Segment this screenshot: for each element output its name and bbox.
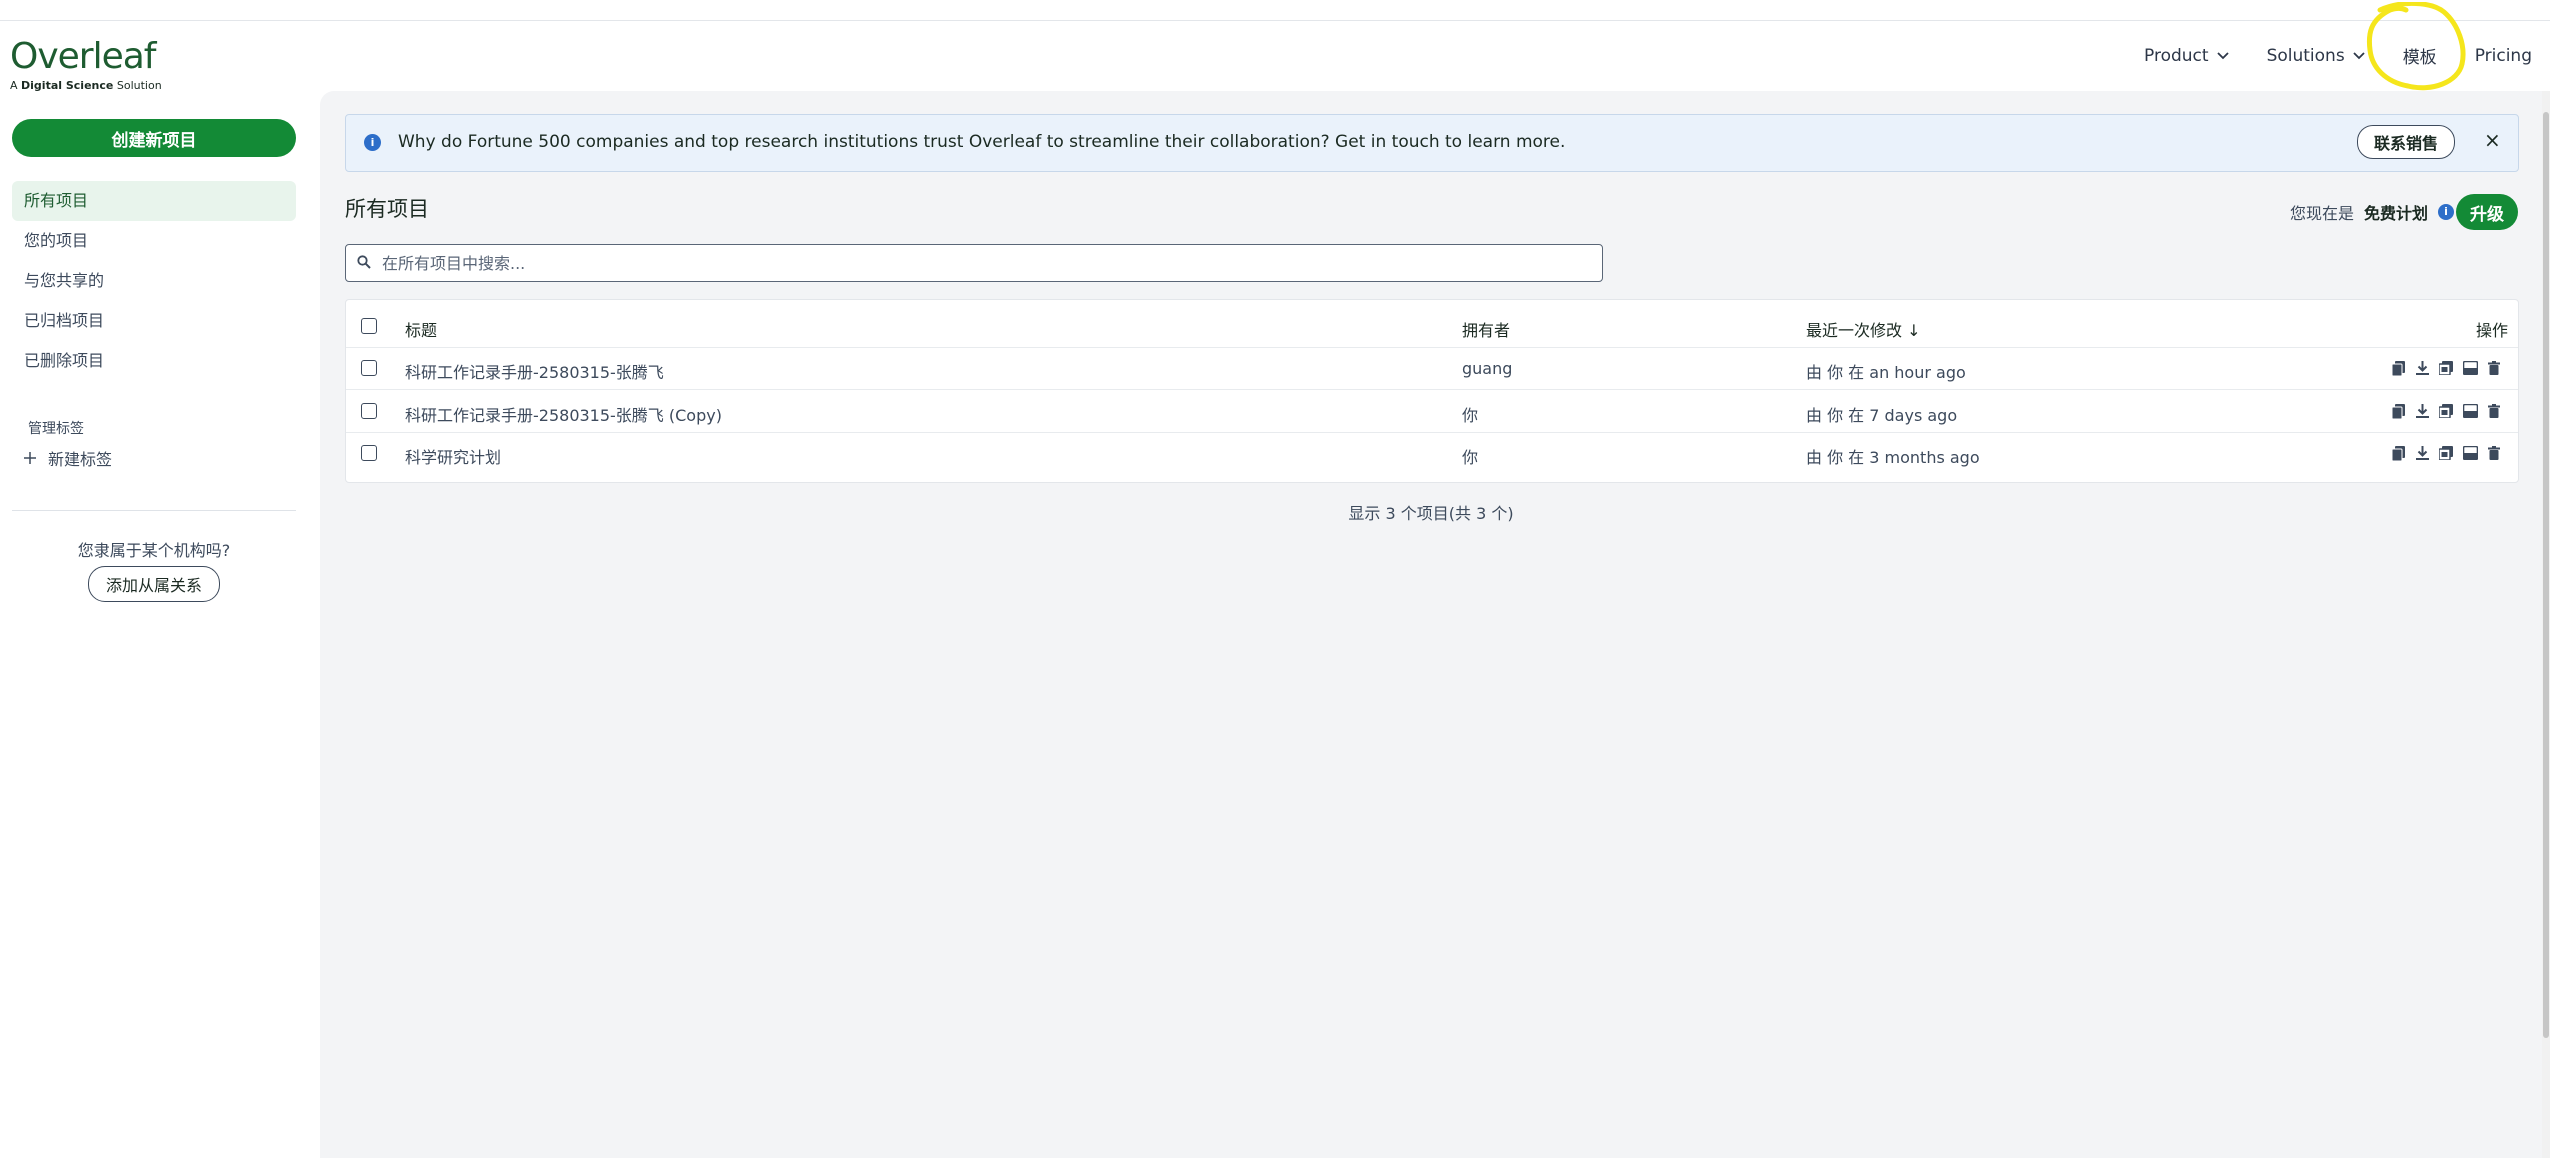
project-last-modified: 由 你 在 an hour ago bbox=[1806, 363, 1966, 382]
tags-heading: 管理标签 bbox=[28, 421, 84, 437]
row-actions bbox=[2390, 403, 2502, 419]
sidebar-item-your-projects[interactable]: 您的项目 bbox=[12, 221, 296, 261]
nav-product-label: Product bbox=[2144, 45, 2209, 66]
project-owner: 你 bbox=[1462, 448, 1479, 467]
download-icon[interactable] bbox=[2414, 403, 2430, 419]
top-header: Overleaf A Digital Science Solution Prod… bbox=[0, 21, 2550, 93]
select-all-checkbox[interactable] bbox=[361, 318, 377, 334]
copy-icon[interactable] bbox=[2390, 360, 2406, 376]
info-icon: i bbox=[364, 134, 381, 151]
header-title[interactable]: 标题 bbox=[405, 317, 437, 341]
trash-icon[interactable] bbox=[2486, 445, 2502, 461]
archive-icon[interactable] bbox=[2462, 360, 2478, 376]
download-icon[interactable] bbox=[2414, 445, 2430, 461]
nav-pricing[interactable]: Pricing bbox=[2475, 46, 2532, 66]
browser-top-strip bbox=[0, 0, 2550, 21]
plan-status: 您现在是 免费计划 i bbox=[2290, 200, 2455, 224]
nav-pricing-label: Pricing bbox=[2474, 45, 2532, 66]
project-last-modified: 由 你 在 3 months ago bbox=[1806, 448, 1980, 467]
copy-icon[interactable] bbox=[2390, 403, 2406, 419]
project-search bbox=[345, 244, 1603, 282]
project-owner: 你 bbox=[1462, 406, 1479, 425]
row-actions bbox=[2390, 445, 2502, 461]
archive-icon[interactable] bbox=[2462, 445, 2478, 461]
sidebar-item-archived[interactable]: 已归档项目 bbox=[12, 301, 296, 341]
project-filter-list: 所有项目 您的项目 与您共享的 已归档项目 已删除项目 bbox=[12, 181, 296, 381]
download-pdf-icon[interactable] bbox=[2438, 445, 2454, 461]
row-checkbox[interactable] bbox=[361, 445, 377, 461]
top-nav: Product Solutions 模板 Pricing bbox=[2144, 43, 2532, 69]
table-header-row: 标题 拥有者 最近一次修改 ↓ 操作 bbox=[346, 305, 2518, 348]
archive-icon[interactable] bbox=[2462, 403, 2478, 419]
sidebar-item-trashed[interactable]: 已删除项目 bbox=[12, 341, 296, 381]
close-icon[interactable]: × bbox=[2484, 128, 2501, 152]
create-new-project-button[interactable]: 创建新项目 bbox=[12, 119, 296, 157]
upgrade-button[interactable]: 升级 bbox=[2456, 194, 2518, 230]
plan-name: 免费计划 bbox=[2364, 204, 2429, 223]
project-last-modified: 由 你 在 7 days ago bbox=[1806, 406, 1958, 425]
chevron-down-icon bbox=[2216, 51, 2229, 59]
row-checkbox[interactable] bbox=[361, 360, 377, 376]
table-row: 科研工作记录手册-2580315-张腾飞 (Copy) 你 由 你 在 7 da… bbox=[346, 390, 2518, 433]
table-row: 科研工作记录手册-2580315-张腾飞 guang 由 你 在 an hour… bbox=[346, 347, 2518, 390]
sidebar-item-all-projects[interactable]: 所有项目 bbox=[12, 181, 296, 221]
overleaf-logo[interactable]: Overleaf A Digital Science Solution bbox=[10, 36, 162, 93]
header-actions: 操作 bbox=[2475, 321, 2508, 340]
plan-prefix: 您现在是 bbox=[2290, 204, 2355, 223]
download-pdf-icon[interactable] bbox=[2438, 360, 2454, 376]
add-affiliation-button[interactable]: 添加从属关系 bbox=[88, 566, 220, 602]
download-pdf-icon[interactable] bbox=[2438, 403, 2454, 419]
sales-banner: i Why do Fortune 500 companies and top r… bbox=[345, 114, 2519, 172]
row-checkbox[interactable] bbox=[361, 403, 377, 419]
header-owner[interactable]: 拥有者 bbox=[1462, 317, 1510, 341]
header-last-modified[interactable]: 最近一次修改 ↓ bbox=[1806, 317, 1921, 341]
project-title-link[interactable]: 科研工作记录手册-2580315-张腾飞 bbox=[405, 359, 664, 383]
page-title: 所有项目 bbox=[345, 197, 429, 221]
project-count: 显示 3 个项目(共 3 个) bbox=[1348, 504, 1514, 523]
project-owner: guang bbox=[1462, 359, 1513, 378]
trash-icon[interactable] bbox=[2486, 360, 2502, 376]
sidebar: 创建新项目 所有项目 您的项目 与您共享的 已归档项目 已删除项目 管理标签 新… bbox=[0, 91, 320, 1158]
project-title-link[interactable]: 科研工作记录手册-2580315-张腾飞 (Copy) bbox=[405, 402, 722, 426]
download-icon[interactable] bbox=[2414, 360, 2430, 376]
sidebar-item-shared-with-you[interactable]: 与您共享的 bbox=[12, 261, 296, 301]
nav-solutions[interactable]: Solutions bbox=[2267, 46, 2365, 66]
info-icon[interactable]: i bbox=[2438, 204, 2455, 220]
table-row: 科学研究计划 你 由 你 在 3 months ago bbox=[346, 432, 2518, 474]
yellow-highlight-annotation bbox=[2366, 2, 2466, 91]
projects-table: 标题 拥有者 最近一次修改 ↓ 操作 科研工作记录手册-2580315-张腾飞 … bbox=[345, 299, 2519, 483]
search-input[interactable] bbox=[380, 245, 1584, 281]
plus-icon bbox=[24, 452, 36, 464]
logo-wordmark: Overleaf bbox=[10, 36, 156, 77]
search-icon bbox=[357, 255, 371, 269]
trash-icon[interactable] bbox=[2486, 403, 2502, 419]
sidebar-divider bbox=[12, 510, 296, 511]
banner-text: Why do Fortune 500 companies and top res… bbox=[398, 132, 1566, 152]
copy-icon[interactable] bbox=[2390, 445, 2406, 461]
nav-product[interactable]: Product bbox=[2144, 46, 2229, 66]
row-actions bbox=[2390, 360, 2502, 376]
scrollbar-thumb[interactable] bbox=[2543, 112, 2549, 1038]
contact-sales-button[interactable]: 联系销售 bbox=[2357, 125, 2455, 159]
project-title-link[interactable]: 科学研究计划 bbox=[405, 444, 501, 468]
nav-solutions-label: Solutions bbox=[2266, 45, 2345, 66]
new-tag-label: 新建标签 bbox=[48, 450, 113, 469]
new-tag-button[interactable]: 新建标签 bbox=[24, 446, 112, 470]
affiliation-question: 您隶属于某个机构吗? bbox=[77, 541, 231, 560]
